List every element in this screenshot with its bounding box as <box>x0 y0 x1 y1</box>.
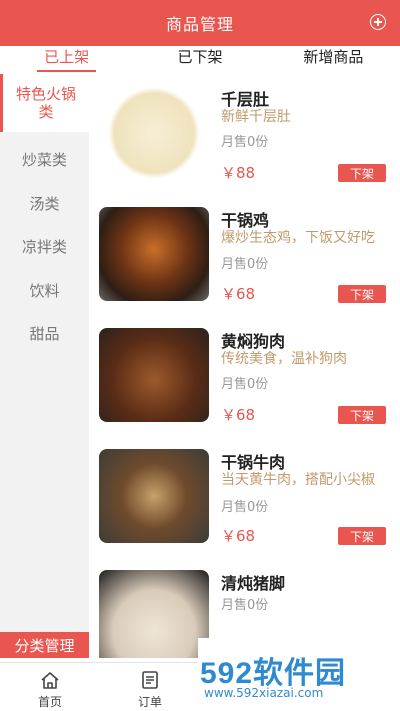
product-sales: 月售0份 <box>221 377 269 392</box>
unlist-button[interactable]: 下架 <box>338 285 386 303</box>
product-image <box>99 86 209 180</box>
category-manage-button[interactable]: 分类管理 <box>0 632 89 658</box>
order-icon <box>142 671 158 689</box>
unlist-button[interactable]: 下架 <box>338 406 386 424</box>
product-image <box>99 207 209 301</box>
category-item-soup[interactable]: 汤类 <box>0 182 89 226</box>
product-image <box>99 449 209 543</box>
nav-home-label: 首页 <box>37 695 62 709</box>
product-image <box>99 328 209 422</box>
category-item-stirfry[interactable]: 炒菜类 <box>0 138 89 182</box>
tab-on-sale[interactable]: 已上架 <box>0 46 133 72</box>
nav-orders-label: 订单 <box>137 695 162 709</box>
product-sales: 月售0份 <box>221 135 269 150</box>
unlist-button[interactable]: 下架 <box>338 527 386 545</box>
product-list: 千层肚 新鲜千层肚 月售0份 ￥88 下架 干锅鸡 爆炒生态鸡，下饭又好吃 月售… <box>89 74 400 658</box>
tab-add-product[interactable]: 新增商品 <box>267 46 400 72</box>
status-tabs: 已上架 已下架 新增商品 <box>0 46 400 72</box>
product-item[interactable]: 干锅牛肉 当天黄牛肉，搭配小尖椒 月售0份 ￥68 下架 <box>89 441 400 558</box>
product-sales: 月售0份 <box>221 257 269 272</box>
product-price: ￥68 <box>221 406 256 424</box>
product-item[interactable]: 黄焖狗肉 传统美食，温补狗肉 月售0份 ￥68 下架 <box>89 320 400 437</box>
product-name: 清炖猪脚 <box>221 574 286 593</box>
product-desc: 新鲜千层肚 <box>221 109 291 125</box>
product-name: 干锅鸡 <box>221 211 270 230</box>
product-price: ￥68 <box>221 285 256 303</box>
product-name: 干锅牛肉 <box>221 453 286 472</box>
category-item-drinks[interactable]: 饮料 <box>0 269 89 313</box>
nav-home[interactable]: 首页 <box>10 669 90 710</box>
product-sales: 月售0份 <box>221 500 269 515</box>
category-sidebar: 特色火锅类 炒菜类 汤类 凉拌类 饮料 甜品 <box>0 74 89 658</box>
add-product-icon[interactable] <box>370 14 386 30</box>
product-item[interactable]: 千层肚 新鲜千层肚 月售0份 ￥88 下架 <box>89 78 400 195</box>
home-icon <box>41 672 59 689</box>
category-item-cold-dish[interactable]: 凉拌类 <box>0 225 89 269</box>
category-item-dessert[interactable]: 甜品 <box>0 312 89 356</box>
category-item-hotpot[interactable]: 特色火锅类 <box>0 74 89 132</box>
product-sales: 月售0份 <box>221 598 269 613</box>
page-title: 商品管理 <box>165 15 234 34</box>
product-name: 千层肚 <box>221 90 270 109</box>
nav-orders[interactable]: 订单 <box>110 669 190 710</box>
product-desc: 爆炒生态鸡，下饭又好吃 <box>221 230 375 246</box>
unlist-button[interactable]: 下架 <box>338 164 386 182</box>
product-price: ￥88 <box>221 164 256 182</box>
product-item[interactable]: 干锅鸡 爆炒生态鸡，下饭又好吃 月售0份 ￥68 下架 <box>89 199 400 316</box>
product-desc: 传统美食，温补狗肉 <box>221 351 347 367</box>
watermark-url: www.592xiazai.com <box>204 686 324 700</box>
product-name: 黄焖狗肉 <box>221 332 286 351</box>
product-price: ￥68 <box>221 527 256 545</box>
product-image <box>99 570 209 658</box>
tab-off-sale[interactable]: 已下架 <box>133 46 266 72</box>
app-header: 商品管理 <box>0 0 400 46</box>
product-desc: 当天黄牛肉，搭配小尖椒 <box>221 472 375 488</box>
